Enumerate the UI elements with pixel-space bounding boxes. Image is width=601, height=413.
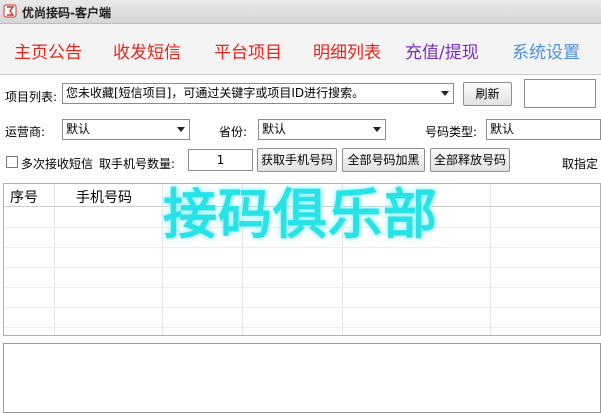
province-select[interactable]: 默认 bbox=[258, 119, 386, 140]
chevron-down-icon bbox=[373, 127, 381, 132]
table-row bbox=[4, 307, 600, 308]
number-type-select-value: 默认 bbox=[490, 122, 515, 136]
specify-label: 取指定 bbox=[562, 157, 599, 171]
menu-item-announcements[interactable]: 主页公告 bbox=[14, 38, 82, 63]
column-header-phone[interactable]: 手机号码 bbox=[76, 187, 132, 209]
menu-item-recharge[interactable]: 充值/提现 bbox=[405, 38, 479, 63]
multi-receive-checkbox[interactable] bbox=[6, 156, 18, 168]
carrier-select-value: 默认 bbox=[66, 122, 91, 136]
menu-item-details[interactable]: 明细列表 bbox=[313, 38, 381, 63]
project-select[interactable]: 您未收藏[短信项目]，可通过关键字或项目ID进行搜索。 bbox=[62, 83, 454, 104]
get-number-button[interactable]: 获取手机号码 bbox=[257, 148, 337, 172]
carrier-label: 运营商: bbox=[5, 125, 46, 139]
multi-receive-label: 多次接收短信 bbox=[21, 157, 94, 171]
province-select-value: 默认 bbox=[262, 122, 287, 136]
column-header-index[interactable]: 序号 bbox=[10, 187, 38, 209]
window-title: 优尚接码-客户端 bbox=[22, 6, 111, 20]
number-type-label: 号码类型: bbox=[425, 125, 478, 139]
blacklist-all-button[interactable]: 全部号码加黑 bbox=[342, 148, 425, 172]
refresh-button[interactable]: 刷新 bbox=[463, 82, 512, 106]
quantity-label: 取手机号数量: bbox=[99, 157, 176, 171]
number-type-select[interactable]: 默认 bbox=[486, 119, 601, 140]
number-table[interactable]: 序号 手机号码 bbox=[3, 183, 601, 336]
menu-item-settings[interactable]: 系统设置 bbox=[512, 38, 580, 63]
carrier-select[interactable]: 默认 bbox=[62, 119, 190, 140]
menu-item-projects[interactable]: 平台项目 bbox=[214, 38, 282, 63]
chevron-down-icon bbox=[177, 127, 185, 132]
title-bar: 优尚接码-客户端 bbox=[0, 0, 601, 24]
province-label: 省份: bbox=[219, 125, 248, 139]
menu-item-sms[interactable]: 收发短信 bbox=[113, 38, 181, 63]
table-row bbox=[4, 287, 600, 288]
table-row bbox=[4, 247, 600, 248]
release-all-button[interactable]: 全部释放号码 bbox=[430, 148, 510, 172]
table-row bbox=[4, 327, 600, 328]
chevron-down-icon bbox=[441, 91, 449, 96]
table-row bbox=[4, 267, 600, 268]
main-menu: 主页公告 收发短信 平台项目 明细列表 充值/提现 系统设置 bbox=[0, 24, 601, 75]
table-row bbox=[4, 227, 600, 228]
project-select-value: 您未收藏[短信项目]，可通过关键字或项目ID进行搜索。 bbox=[66, 86, 365, 100]
app-icon bbox=[3, 4, 17, 18]
log-textarea[interactable] bbox=[3, 343, 601, 413]
project-list-label: 项目列表: bbox=[5, 90, 58, 104]
quantity-input[interactable]: 1 bbox=[188, 149, 253, 171]
search-input[interactable] bbox=[524, 79, 596, 108]
